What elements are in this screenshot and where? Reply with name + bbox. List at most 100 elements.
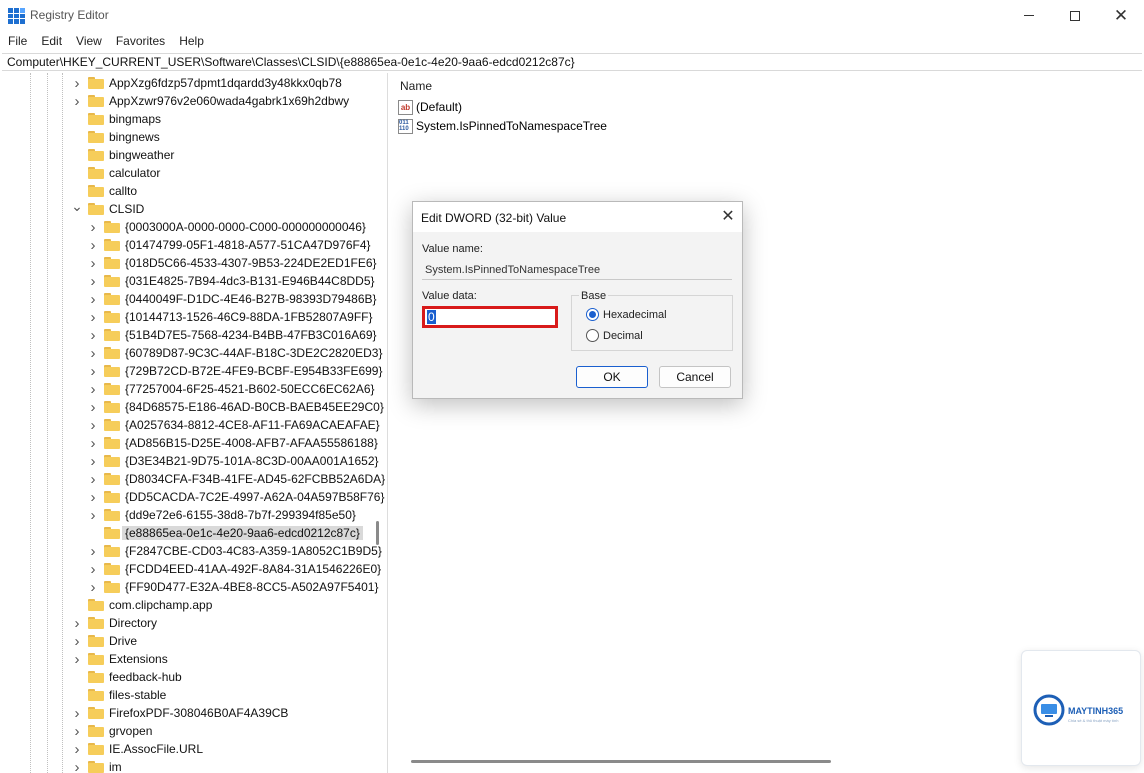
value-row-ispinned[interactable]: 011 110 System.IsPinnedToNamespaceTree — [398, 117, 607, 135]
cancel-button[interactable]: Cancel — [659, 366, 731, 388]
chevron-right-icon[interactable]: › — [88, 560, 98, 578]
tree-item[interactable]: › {018D5C66-4533-4307-9B53-224DE2ED1FE6} — [88, 254, 377, 272]
tree-item[interactable]: › {031E4825-7B94-4dc3-B131-E946B44C8DD5} — [88, 272, 375, 290]
radio-hexadecimal[interactable]: Hexadecimal — [586, 308, 667, 321]
tree-item[interactable]: bingweather — [72, 146, 174, 164]
chevron-right-icon[interactable]: › — [88, 344, 98, 362]
tree-item[interactable]: › im — [72, 758, 122, 773]
value-row-default[interactable]: ab (Default) — [398, 98, 462, 116]
tree-item[interactable]: {e88865ea-0e1c-4e20-9aa6-edcd0212c87c} — [88, 524, 363, 542]
chevron-right-icon[interactable]: › — [88, 434, 98, 452]
chevron-right-icon[interactable]: › — [72, 704, 82, 722]
close-icon: ✕ — [1113, 6, 1129, 25]
chevron-right-icon[interactable]: › — [72, 650, 82, 668]
tree-item[interactable]: bingnews — [72, 128, 160, 146]
tree-item[interactable]: › {0440049F-D1DC-4E46-B27B-98393D79486B} — [88, 290, 377, 308]
tree-item[interactable]: › Extensions — [72, 650, 168, 668]
tree-item[interactable]: › {0003000A-0000-0000-C000-000000000046} — [88, 218, 366, 236]
chevron-right-icon[interactable]: › — [88, 506, 98, 524]
chevron-right-icon[interactable]: › — [88, 380, 98, 398]
folder-icon — [104, 239, 120, 251]
chevron-right-icon[interactable]: › — [88, 578, 98, 596]
chevron-right-icon[interactable]: › — [72, 92, 82, 110]
chevron-right-icon[interactable]: › — [88, 308, 98, 326]
tree-item[interactable]: › {AD856B15-D25E-4008-AFB7-AFAA55586188} — [88, 434, 378, 452]
folder-icon — [88, 599, 104, 611]
close-button[interactable]: ✕ — [1098, 0, 1144, 31]
maytinh365-logo-icon — [1033, 694, 1065, 726]
chevron-down-icon[interactable]: ⌄ — [71, 197, 83, 215]
menu-favorites[interactable]: Favorites — [116, 34, 165, 48]
chevron-right-icon[interactable]: › — [88, 398, 98, 416]
ok-button[interactable]: OK — [576, 366, 648, 388]
radio-button[interactable] — [586, 329, 599, 342]
chevron-right-icon[interactable]: › — [88, 290, 98, 308]
tree-item[interactable]: › {01474799-05F1-4818-A577-51CA47D976F4} — [88, 236, 371, 254]
chevron-right-icon[interactable]: › — [88, 470, 98, 488]
menu-file[interactable]: File — [8, 34, 27, 48]
tree-item[interactable]: › {FCDD4EED-41AA-492F-8A84-31A1546226E0} — [88, 560, 382, 578]
tree-item[interactable]: › Drive — [72, 632, 138, 650]
menu-view[interactable]: View — [76, 34, 102, 48]
horizontal-scrollbar[interactable] — [411, 760, 831, 763]
tree-item-label: {FCDD4EED-41AA-492F-8A84-31A1546226E0} — [125, 562, 382, 576]
chevron-right-icon[interactable]: › — [72, 722, 82, 740]
folder-icon — [104, 293, 120, 305]
chevron-right-icon[interactable]: › — [72, 632, 82, 650]
tree-item[interactable]: feedback-hub — [72, 668, 182, 686]
radio-decimal[interactable]: Decimal — [586, 329, 643, 342]
tree-item[interactable]: › FirefoxPDF-308046B0AF4A39CB — [72, 704, 289, 722]
chevron-right-icon[interactable]: › — [72, 74, 82, 92]
chevron-right-icon[interactable]: › — [88, 326, 98, 344]
chevron-right-icon[interactable]: › — [88, 452, 98, 470]
tree-item[interactable]: › Directory — [72, 614, 158, 632]
tree-item[interactable]: › AppXzg6fdzp57dpmt1dqardd3y48kkx0qb78 — [72, 74, 342, 92]
tree-item[interactable]: files-stable — [72, 686, 166, 704]
tree-item[interactable]: › {A0257634-8812-4CE8-AF11-FA69ACAEAFAE} — [88, 416, 380, 434]
tree-item[interactable]: › IE.AssocFile.URL — [72, 740, 204, 758]
chevron-right-icon[interactable]: › — [72, 758, 82, 773]
chevron-right-icon[interactable]: › — [88, 542, 98, 560]
tree-item[interactable]: › {FF90D477-E32A-4BE8-8CC5-A502A97F5401} — [88, 578, 379, 596]
chevron-right-icon[interactable]: › — [88, 272, 98, 290]
tree-item[interactable]: › {84D68575-E186-46AD-B0CB-BAEB45EE29C0} — [88, 398, 384, 416]
tree-item[interactable]: bingmaps — [72, 110, 161, 128]
chevron-right-icon[interactable]: › — [72, 614, 82, 632]
menu-help[interactable]: Help — [179, 34, 204, 48]
tree-item[interactable]: com.clipchamp.app — [72, 596, 212, 614]
tree-item[interactable]: › {60789D87-9C3C-44AF-B18C-3DE2C2820ED3} — [88, 344, 383, 362]
chevron-right-icon[interactable]: › — [88, 236, 98, 254]
tree-item[interactable]: › AppXzwr976v2e060wada4gabrk1x69h2dbwy — [72, 92, 350, 110]
tree-item[interactable]: › {DD5CACDA-7C2E-4997-A62A-04A597B58F76} — [88, 488, 385, 506]
tree-item[interactable]: › {51B4D7E5-7568-4234-B4BB-47FB3C016A69} — [88, 326, 377, 344]
maximize-button[interactable] — [1052, 0, 1098, 31]
chevron-right-icon[interactable]: › — [88, 218, 98, 236]
tree-item[interactable]: › {D8034CFA-F34B-41FE-AD45-62FCBB52A6DA} — [88, 470, 386, 488]
chevron-right-icon[interactable]: › — [72, 740, 82, 758]
folder-icon — [104, 401, 120, 413]
chevron-right-icon[interactable]: › — [88, 362, 98, 380]
minimize-button[interactable] — [1006, 0, 1052, 31]
column-header-name[interactable]: Name — [400, 79, 432, 93]
tree-item[interactable]: › {729B72CD-B72E-4FE9-BCBF-E954B33FE699} — [88, 362, 383, 380]
value-data-input[interactable]: 0 — [422, 306, 558, 328]
tree-item[interactable]: ⌄ CLSID — [71, 197, 144, 218]
radio-button-checked[interactable] — [586, 308, 599, 321]
tree-item[interactable]: › grvopen — [72, 722, 153, 740]
tree-item[interactable]: › {F2847CBE-CD03-4C83-A359-1A8052C1B9D5} — [88, 542, 382, 560]
tree-item[interactable]: › {dd9e72e6-6155-38d8-7b7f-299394f85e50} — [88, 506, 356, 524]
chevron-right-icon[interactable]: › — [88, 416, 98, 434]
menu-edit[interactable]: Edit — [41, 34, 62, 48]
tree-item[interactable]: › {D3E34B21-9D75-101A-8C3D-00AA001A1652} — [88, 452, 379, 470]
chevron-right-icon[interactable]: › — [88, 254, 98, 272]
folder-icon — [88, 617, 104, 629]
tree-item[interactable]: › {77257004-6F25-4521-B602-50ECC6EC62A6} — [88, 380, 375, 398]
tree-item[interactable]: › {10144713-1526-46C9-88DA-1FB52807A9FF} — [88, 308, 373, 326]
key-tree-panel[interactable]: › AppXzg6fdzp57dpmt1dqardd3y48kkx0qb78 › Ap… — [0, 73, 388, 773]
address-bar[interactable]: Computer\HKEY_CURRENT_USER\Software\Clas… — [2, 53, 1142, 71]
dialog-close-button[interactable]: ✕ — [718, 207, 738, 227]
watermark-tagline: Chia sẻ & thủ thuật máy tính — [1068, 718, 1119, 723]
chevron-right-icon[interactable]: › — [88, 488, 98, 506]
tree-item[interactable]: calculator — [72, 164, 160, 182]
folder-icon — [88, 707, 104, 719]
